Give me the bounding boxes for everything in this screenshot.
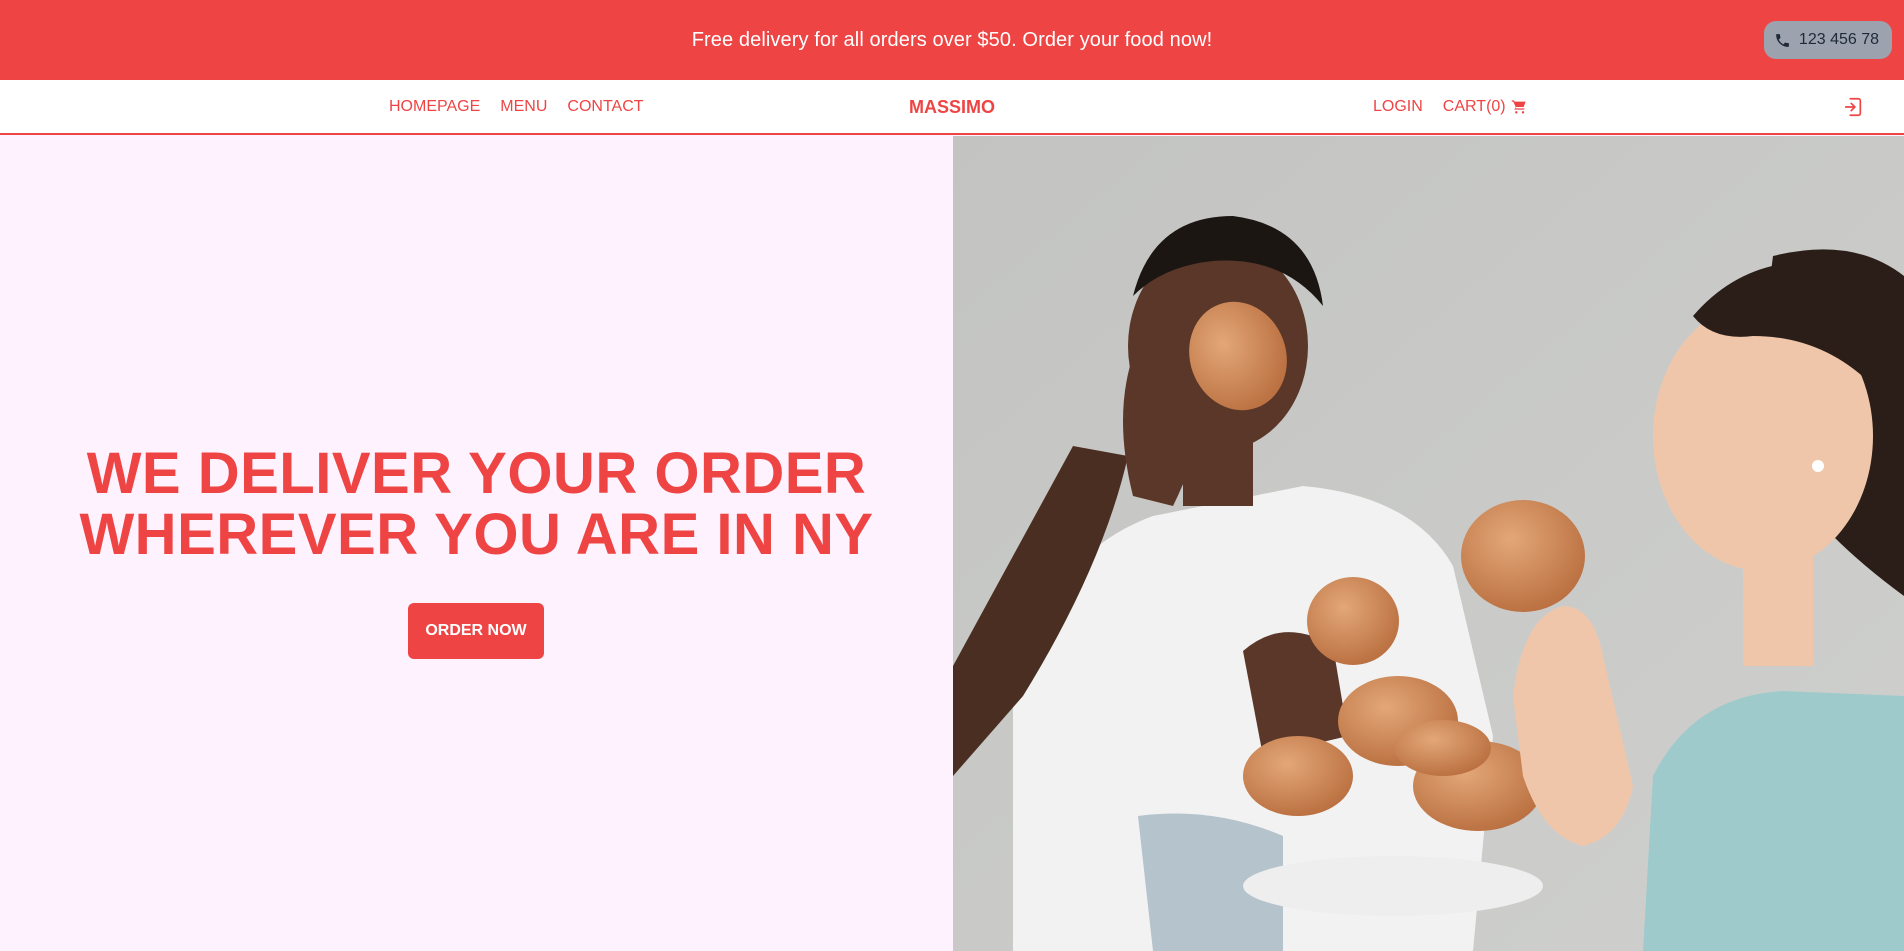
hero-photo-illustration xyxy=(953,136,1904,951)
promo-bar: Free delivery for all orders over $50. O… xyxy=(0,0,1904,80)
brand-wrapper: MASSIMO xyxy=(0,80,1904,135)
sign-in-icon[interactable] xyxy=(1842,96,1864,118)
cart-label: CART(0) xyxy=(1442,97,1506,115)
order-now-button[interactable]: ORDER NOW xyxy=(408,603,544,659)
nav-login-link[interactable]: LOGIN xyxy=(1373,98,1423,116)
navbar: HOMEPAGE MENU CONTACT MASSIMO LOGIN CART… xyxy=(0,80,1904,135)
nav-right-links: LOGIN CART(0) xyxy=(1373,80,1527,133)
nav-menu-link[interactable]: MENU xyxy=(500,98,547,116)
phone-number: 123 456 78 xyxy=(1798,31,1879,48)
cart-icon xyxy=(1511,99,1526,114)
headline-line-1: WE DELIVER YOUR ORDER xyxy=(86,441,867,506)
brand-logo[interactable]: MASSIMO xyxy=(909,97,995,118)
phone-icon xyxy=(1776,33,1789,47)
hero-headline: WE DELIVER YOUR ORDER WHEREVER YOU ARE I… xyxy=(0,443,953,565)
promo-text: Free delivery for all orders over $50. O… xyxy=(691,28,1213,51)
phone-badge[interactable]: 123 456 78 xyxy=(1763,21,1892,59)
nav-left-links: HOMEPAGE MENU CONTACT xyxy=(389,80,644,133)
nav-homepage-link[interactable]: HOMEPAGE xyxy=(389,98,480,116)
nav-cart-link[interactable]: CART(0) xyxy=(1443,98,1527,116)
hero-left-panel: WE DELIVER YOUR ORDER WHEREVER YOU ARE I… xyxy=(0,136,953,951)
headline-line-2: WHEREVER YOU ARE IN NY xyxy=(79,502,874,567)
nav-contact-link[interactable]: CONTACT xyxy=(567,98,643,116)
hero-image xyxy=(953,136,1904,951)
